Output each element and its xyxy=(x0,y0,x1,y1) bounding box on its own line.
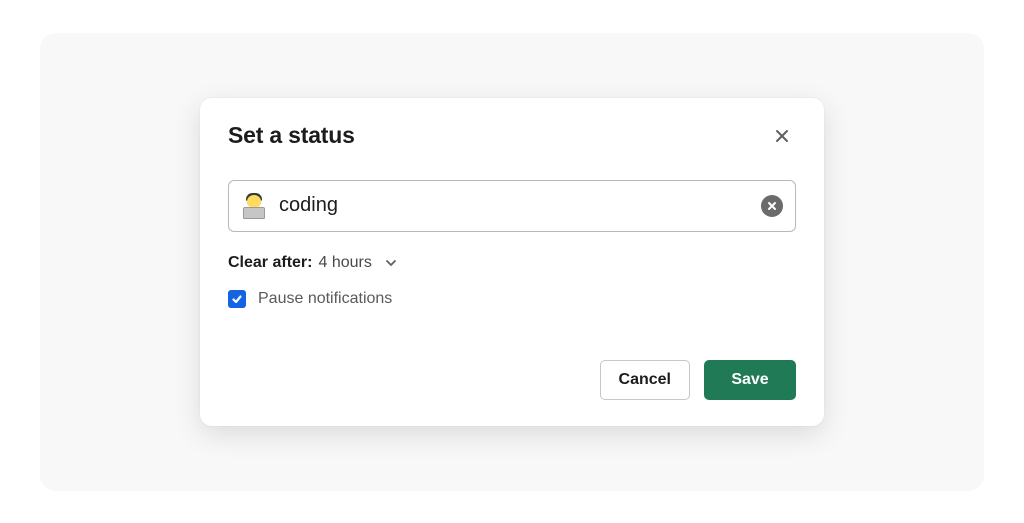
modal-title: Set a status xyxy=(228,122,355,149)
pause-notifications-label: Pause notifications xyxy=(258,290,392,308)
close-button[interactable] xyxy=(768,122,796,150)
clear-status-button[interactable] xyxy=(761,195,783,217)
status-text-input[interactable] xyxy=(279,194,761,217)
status-emoji-picker[interactable] xyxy=(239,191,269,221)
pause-notifications-checkbox[interactable] xyxy=(228,290,246,308)
clear-after-dropdown[interactable] xyxy=(384,256,398,270)
check-icon xyxy=(231,293,243,305)
clear-after-value: 4 hours xyxy=(318,254,371,272)
cancel-button[interactable]: Cancel xyxy=(600,360,690,400)
modal-header: Set a status xyxy=(228,122,796,150)
close-icon xyxy=(773,127,791,145)
set-status-modal: Set a status xyxy=(200,98,824,426)
modal-footer: Cancel Save xyxy=(228,360,796,400)
backdrop-card: Set a status xyxy=(40,33,984,491)
pause-notifications-row: Pause notifications xyxy=(228,290,796,308)
x-circle-icon xyxy=(767,201,777,211)
clear-after-label: Clear after: xyxy=(228,254,312,272)
technologist-icon xyxy=(241,193,267,219)
chevron-down-icon xyxy=(384,256,398,270)
clear-after-row: Clear after: 4 hours xyxy=(228,254,796,272)
status-input-container xyxy=(228,180,796,232)
save-button[interactable]: Save xyxy=(704,360,796,400)
